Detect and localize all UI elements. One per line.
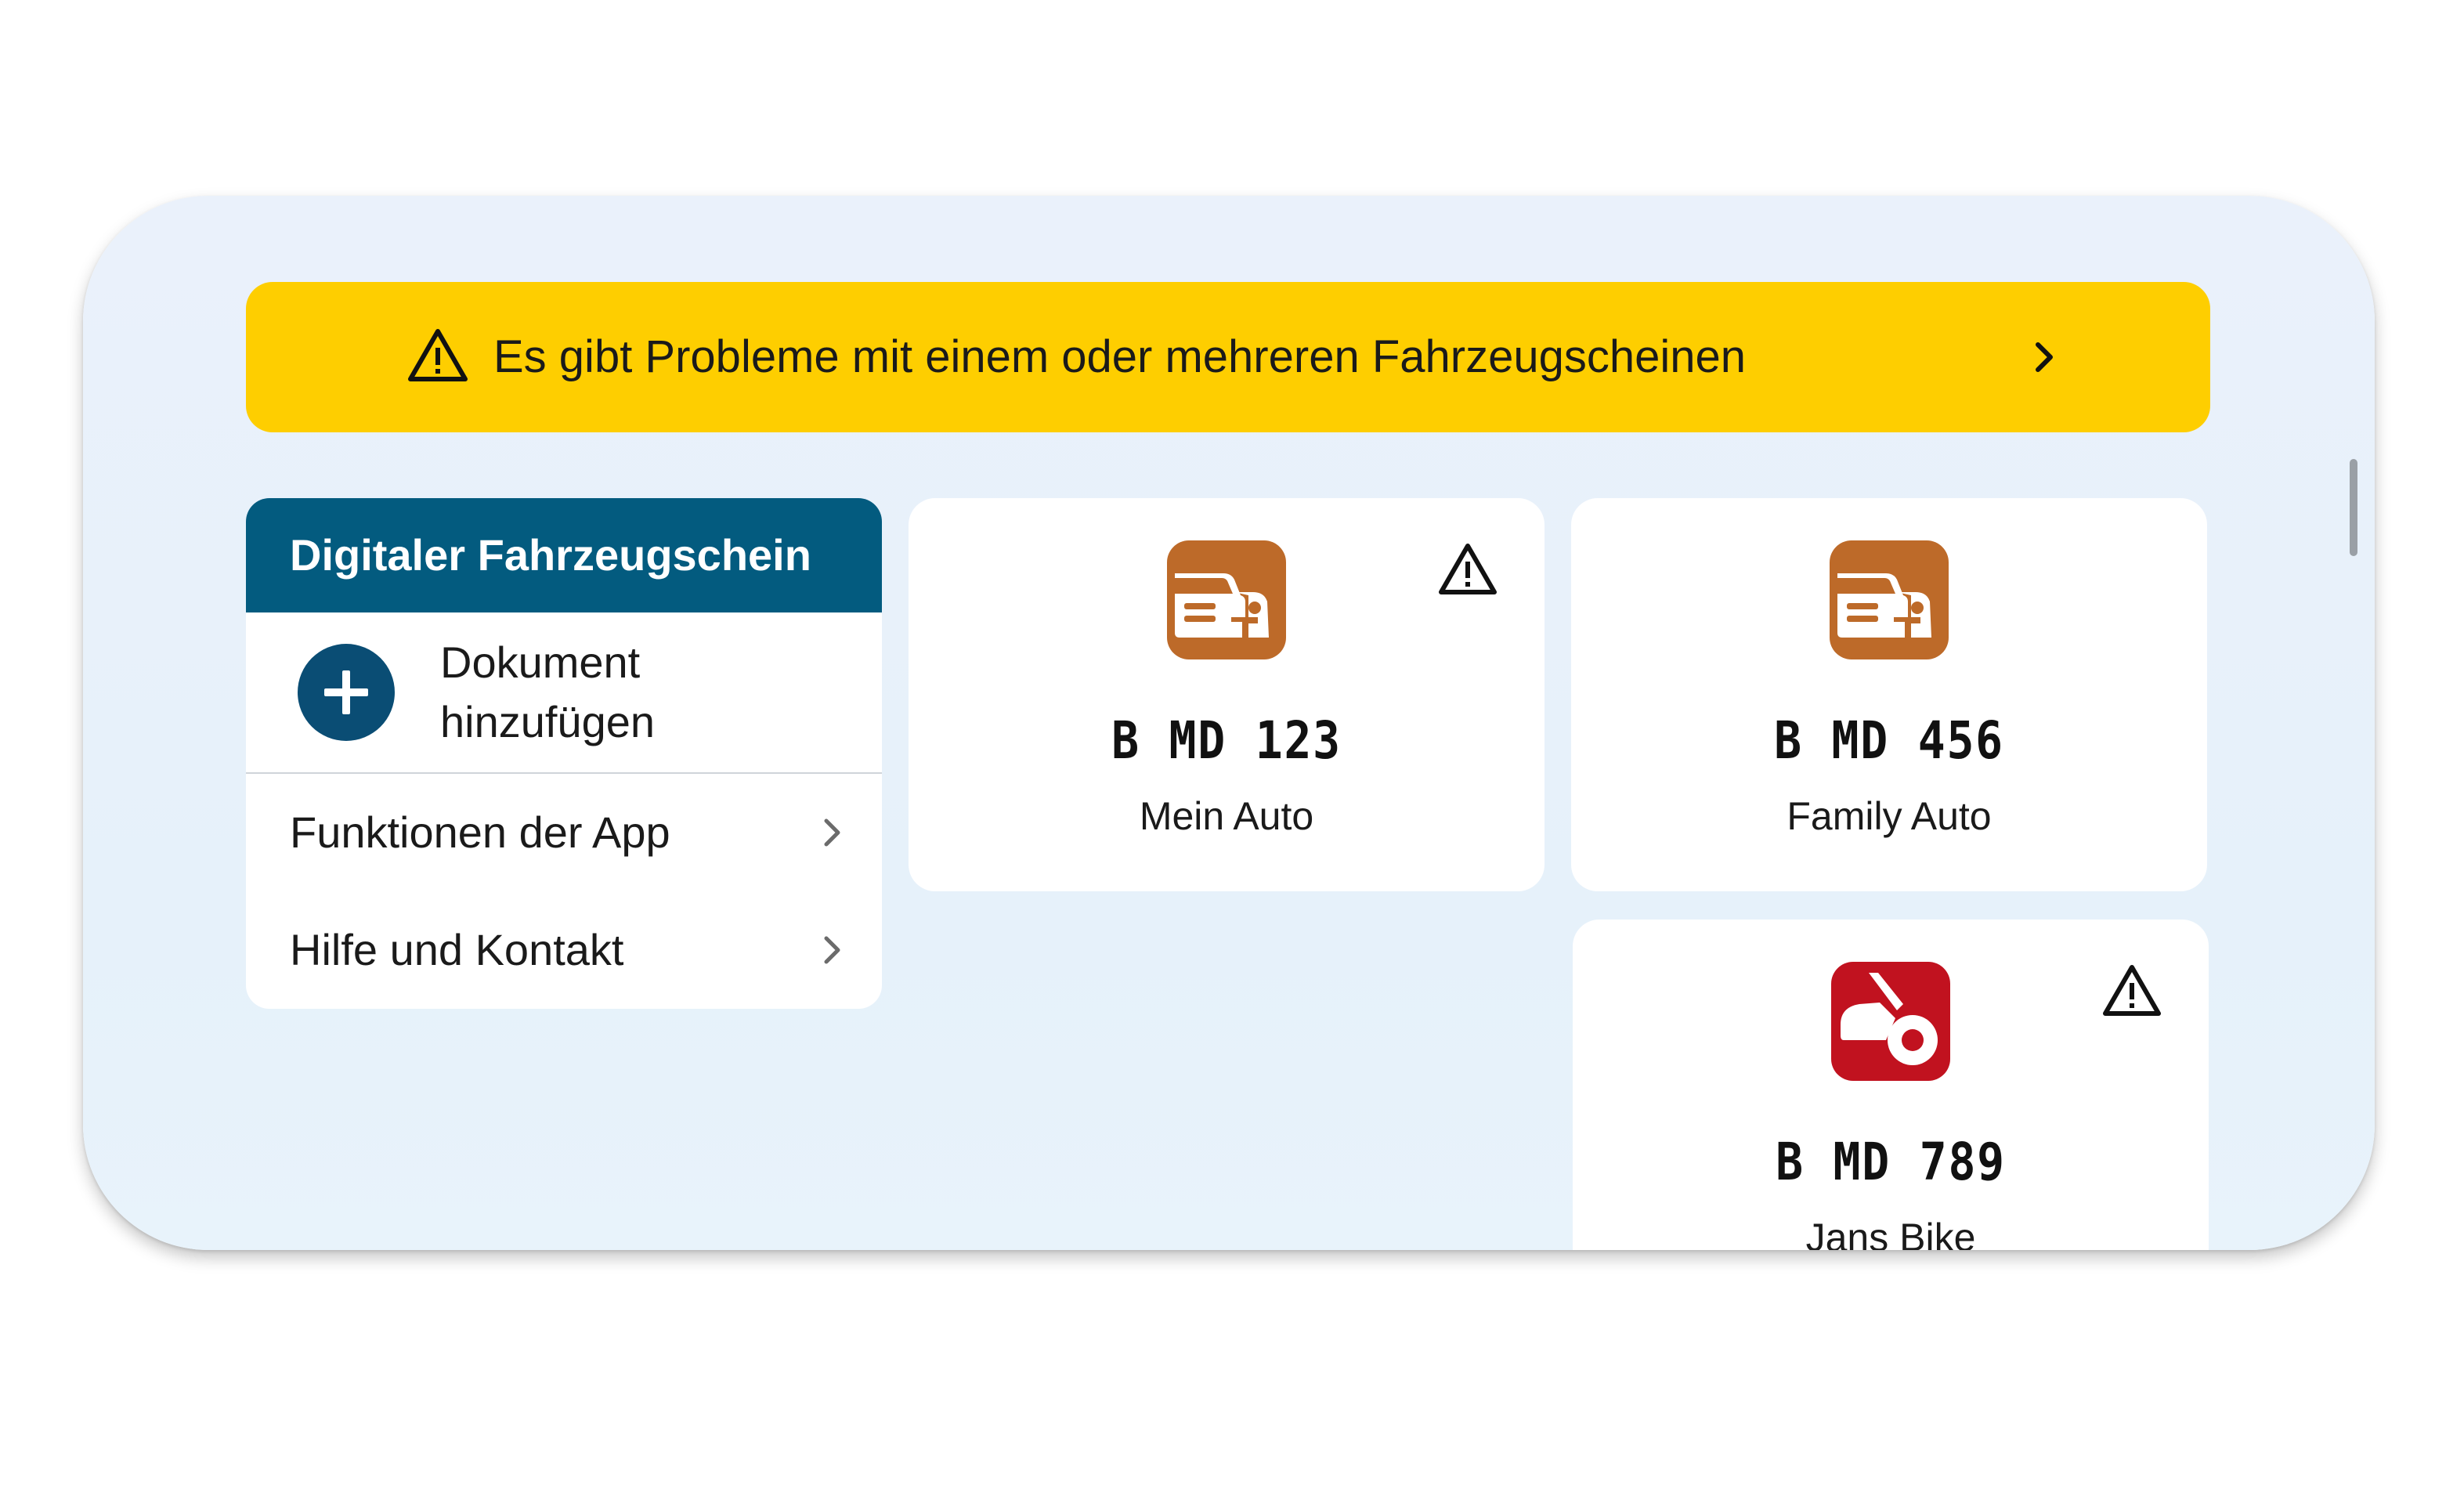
problem-banner[interactable]: Es gibt Probleme mit einem oder mehreren… <box>246 282 2210 432</box>
car-icon <box>1167 540 1286 659</box>
sidebar-panel: Digitaler Fahrzeugschein Dokument hinzuf… <box>246 498 882 1009</box>
warning-icon <box>408 329 468 381</box>
sidebar-header: Digitaler Fahrzeugschein <box>246 498 882 612</box>
app-window: Es gibt Probleme mit einem oder mehreren… <box>83 196 2375 1250</box>
chevron-right-icon <box>2036 342 2053 372</box>
license-plate: B MD 456 <box>1774 710 2004 771</box>
scrollbar[interactable] <box>2350 459 2357 556</box>
sidebar-item-help-contact[interactable]: Hilfe und Kontakt <box>246 891 882 1009</box>
vehicle-name: Jans Bike <box>1805 1216 1976 1250</box>
car-icon <box>1830 540 1949 659</box>
vehicle-card[interactable]: B MD 456 Family Auto <box>1571 498 2207 891</box>
add-document-button[interactable]: Dokument hinzufügen <box>246 612 882 772</box>
motorbike-icon <box>1831 962 1950 1081</box>
warning-icon <box>1439 544 1497 594</box>
vehicle-name: Family Auto <box>1787 794 1992 838</box>
sidebar-item-label: Funktionen der App <box>290 808 670 857</box>
vehicle-name: Mein Auto <box>1139 794 1314 838</box>
vehicle-card[interactable]: B MD 789 Jans Bike <box>1573 920 2209 1250</box>
sidebar-item-label: Hilfe und Kontakt <box>290 925 624 974</box>
plus-circle-icon <box>298 644 395 741</box>
vehicle-card[interactable]: B MD 123 Mein Auto <box>909 498 1545 891</box>
chevron-right-icon <box>824 936 840 964</box>
chevron-right-icon <box>824 818 840 847</box>
warning-icon <box>2103 965 2161 1016</box>
banner-text: Es gibt Probleme mit einem oder mehreren… <box>493 331 1747 382</box>
add-document-label: Dokument hinzufügen <box>440 633 847 752</box>
license-plate: B MD 789 <box>1776 1132 2006 1192</box>
sidebar-title: Digitaler Fahrzeugschein <box>290 530 811 580</box>
add-document-label-line2: hinzufügen <box>440 697 656 746</box>
sidebar-item-app-functions[interactable]: Funktionen der App <box>246 774 882 891</box>
add-document-label-line1: Dokument <box>440 638 641 687</box>
license-plate: B MD 123 <box>1111 710 1342 771</box>
